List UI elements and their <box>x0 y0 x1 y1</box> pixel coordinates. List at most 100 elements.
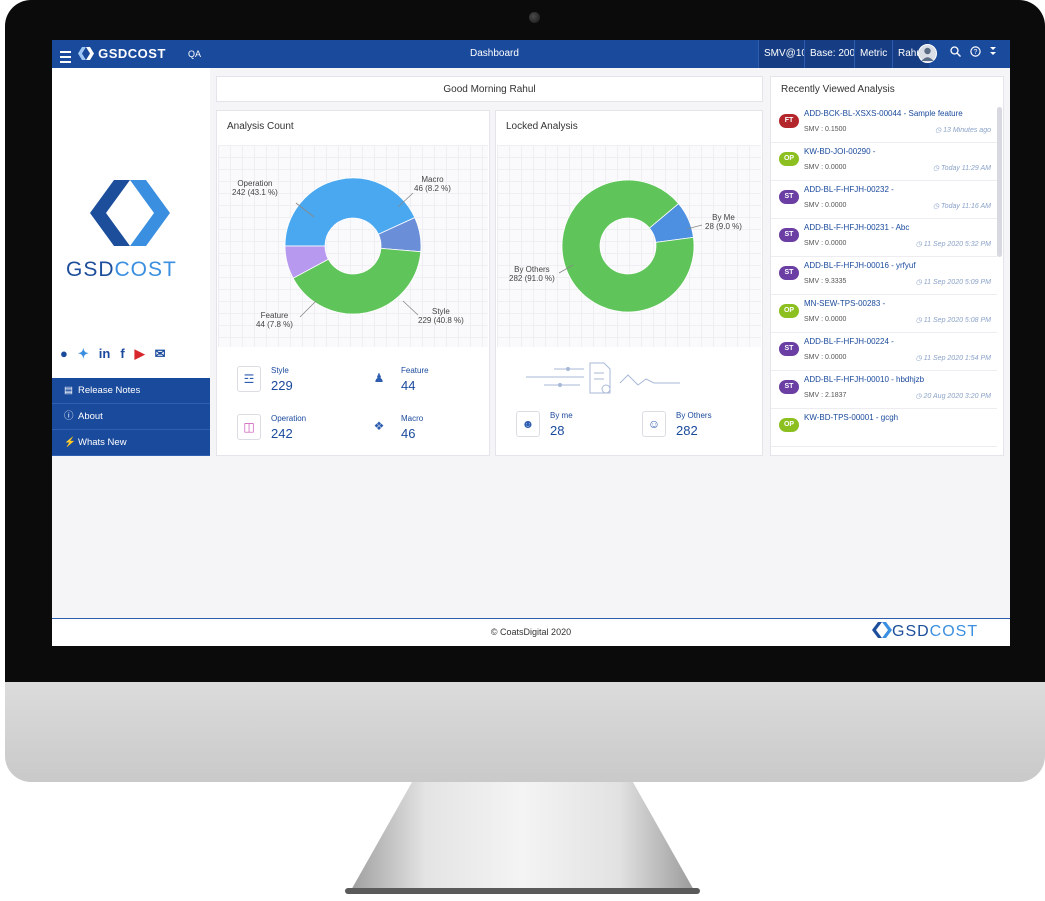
app-logo[interactable]: GSDCOST <box>78 40 166 68</box>
stat-name: Operation <box>271 414 307 423</box>
analysis-illustration-icon <box>526 362 680 394</box>
top-bar: GSDCOST QA Dashboard SMV@100 Base: 2000 … <box>52 40 1010 68</box>
analysis-time-text: 13 Minutes ago <box>943 127 991 134</box>
shirt-icon: ☲ <box>237 366 261 392</box>
stat-value: 44 <box>401 378 416 393</box>
type-badge: ST <box>779 342 799 356</box>
user-avatar-icon <box>921 47 934 61</box>
clock-icon: ◷ <box>915 393 924 400</box>
analysis-name[interactable]: ADD-BL-F-HFJH-00016 - yrfyuf <box>804 261 994 270</box>
recent-scrollbar[interactable] <box>997 107 1002 257</box>
clock-icon: ◷ <box>915 241 924 248</box>
list-item[interactable]: FT ADD-BCK-BL-XSXS-00044 - Sample feature… <box>771 105 997 143</box>
clock-icon: ◷ <box>915 279 924 286</box>
stat-by-me[interactable]: ☻ By me 28 <box>516 411 616 441</box>
stat-name: Style <box>271 366 289 375</box>
sidebar-item-label: Whats New <box>78 437 127 448</box>
stat-feature[interactable]: ♟ Feature 44 <box>367 366 467 396</box>
list-item[interactable]: ST ADD-BL-F-HFJH-00231 - Abc SMV : 0.0000 ◷… <box>771 219 997 257</box>
sidebar-item-release-notes[interactable]: ▤ Release Notes <box>52 378 210 404</box>
stat-name: Feature <box>401 366 429 375</box>
page-title: Dashboard <box>470 48 519 59</box>
help-icon[interactable]: ? <box>970 40 981 68</box>
locked-analysis-chart: By Me 28 (9.0 %) By Others 282 (91.0 %) <box>497 145 761 347</box>
sidebar-item-label: About <box>78 411 103 422</box>
analysis-count-card: Analysis Count Operation 242 (43.1 %) Mac… <box>216 110 490 456</box>
analysis-time: ◷ 11 Sep 2020 5:32 PM <box>916 240 991 248</box>
recent-title: Recently Viewed Analysis <box>781 84 895 95</box>
analysis-time-text: Today 11:16 AM <box>941 203 991 210</box>
list-item[interactable]: OP KW-BD-TPS-00001 - gcgh <box>771 409 997 447</box>
avatar[interactable] <box>918 44 937 63</box>
app-screen: GSDCOST QA Dashboard SMV@100 Base: 2000 … <box>52 40 1010 646</box>
stat-by-others[interactable]: ☺ By Others 282 <box>642 411 752 441</box>
locked-analysis-card: Locked Analysis By Me 28 (9.0 %) By Other… <box>495 110 763 456</box>
needle-icon: ❖ <box>373 419 385 433</box>
list-item[interactable]: ST ADD-BL-F-HFJH-00010 - hbdhjzb SMV : 2.1… <box>771 371 997 409</box>
analysis-smv: SMV : 0.0000 <box>804 240 847 247</box>
stat-macro[interactable]: ❖ Macro 46 <box>367 414 467 444</box>
analysis-time-text: 20 Aug 2020 3:20 PM <box>923 393 991 400</box>
globe-icon[interactable]: ● <box>60 346 68 361</box>
type-badge: ST <box>779 228 799 242</box>
hamburger-icon[interactable] <box>60 48 74 63</box>
twitter-icon[interactable]: ✦ <box>78 346 89 361</box>
gsd-logo-icon <box>78 47 94 60</box>
analysis-smv: SMV : 0.0000 <box>804 202 847 209</box>
analysis-name[interactable]: ADD-BL-F-HFJH-00231 - Abc <box>804 223 994 232</box>
camera <box>529 12 540 23</box>
analysis-name[interactable]: ADD-BL-F-HFJH-00010 - hbdhjzb <box>804 375 994 384</box>
list-item[interactable]: OP KW-BD-JOI-00290 - SMV : 0.0000 ◷ Today 1… <box>771 143 997 181</box>
clock-icon: ◷ <box>935 127 944 134</box>
linkedin-icon[interactable]: in <box>99 346 111 361</box>
analysis-time: ◷ 11 Sep 2020 5:08 PM <box>916 316 991 324</box>
analysis-time: ◷ Today 11:29 AM <box>933 164 991 172</box>
type-badge: OP <box>779 418 799 432</box>
analysis-time: ◷ 13 Minutes ago <box>935 126 991 134</box>
analysis-smv: SMV : 0.0000 <box>804 316 847 323</box>
info-icon: ⓘ <box>64 411 74 422</box>
footer: © CoatsDigital 2020 GSDCOST <box>52 618 1010 646</box>
analysis-name[interactable]: ADD-BCK-BL-XSXS-00044 - Sample feature <box>804 109 994 118</box>
unit-setting[interactable]: Metric <box>854 40 893 68</box>
more-icon[interactable] <box>990 40 996 68</box>
clock-icon: ◷ <box>915 355 924 362</box>
analysis-time-text: 11 Sep 2020 5:08 PM <box>923 317 991 324</box>
analysis-smv: SMV : 0.1500 <box>804 126 847 133</box>
facebook-icon[interactable]: f <box>120 346 124 361</box>
type-badge: ST <box>779 380 799 394</box>
stat-value: 229 <box>271 378 293 393</box>
recently-viewed-panel: Recently Viewed Analysis FT ADD-BCK-BL-XS… <box>770 76 1004 456</box>
search-icon[interactable] <box>950 40 961 68</box>
list-item[interactable]: OP MN-SEW-TPS-00283 - SMV : 0.0000 ◷ 11 Sep… <box>771 295 997 333</box>
brand-suffix: COST <box>114 258 177 281</box>
analysis-time-text: 11 Sep 2020 5:32 PM <box>923 241 991 248</box>
youtube-icon[interactable]: ▶ <box>135 346 145 361</box>
analysis-name[interactable]: KW-BD-JOI-00290 - <box>804 147 994 156</box>
brand-prefix: GSD <box>66 258 115 281</box>
footer-logo-prefix: GSD <box>892 623 930 640</box>
analysis-name[interactable]: ADD-BL-F-HFJH-00232 - <box>804 185 994 194</box>
list-item[interactable]: ST ADD-BL-F-HFJH-00232 - SMV : 0.0000 ◷ Tod… <box>771 181 997 219</box>
list-item[interactable]: ST ADD-BL-F-HFJH-00016 - yrfyuf SMV : 9.33… <box>771 257 997 295</box>
stat-operation[interactable]: ◫ Operation 242 <box>237 414 337 444</box>
document-icon: ▤ <box>64 385 73 396</box>
stat-value: 46 <box>401 426 416 441</box>
list-item[interactable]: ST ADD-BL-F-HFJH-00224 - SMV : 0.0000 ◷ 11 … <box>771 333 997 371</box>
mail-icon[interactable]: ✉ <box>155 346 166 361</box>
sidebar-item-whats-new[interactable]: ⚡ Whats New <box>52 430 210 456</box>
footer-logo-suffix: COST <box>929 623 979 640</box>
analysis-time: ◷ 20 Aug 2020 3:20 PM <box>915 392 991 400</box>
analysis-name[interactable]: KW-BD-TPS-00001 - gcgh <box>804 413 994 422</box>
analysis-name[interactable]: MN-SEW-TPS-00283 - <box>804 299 994 308</box>
greeting-banner: Good Morning Rahul <box>216 76 763 102</box>
stat-style[interactable]: ☲ Style 229 <box>237 366 337 396</box>
analysis-time: ◷ 11 Sep 2020 1:54 PM <box>916 354 991 362</box>
stat-value: 242 <box>271 426 293 441</box>
analysis-smv: SMV : 9.3335 <box>804 278 847 285</box>
sidebar-item-about[interactable]: ⓘ About <box>52 404 210 430</box>
analysis-count-chart: Operation 242 (43.1 %) Macro 46 (8.2 %) Fe… <box>218 145 488 347</box>
analysis-name[interactable]: ADD-BL-F-HFJH-00224 - <box>804 337 994 346</box>
stat-name: Macro <box>401 414 424 423</box>
analysis-smv: SMV : 2.1837 <box>804 392 847 399</box>
